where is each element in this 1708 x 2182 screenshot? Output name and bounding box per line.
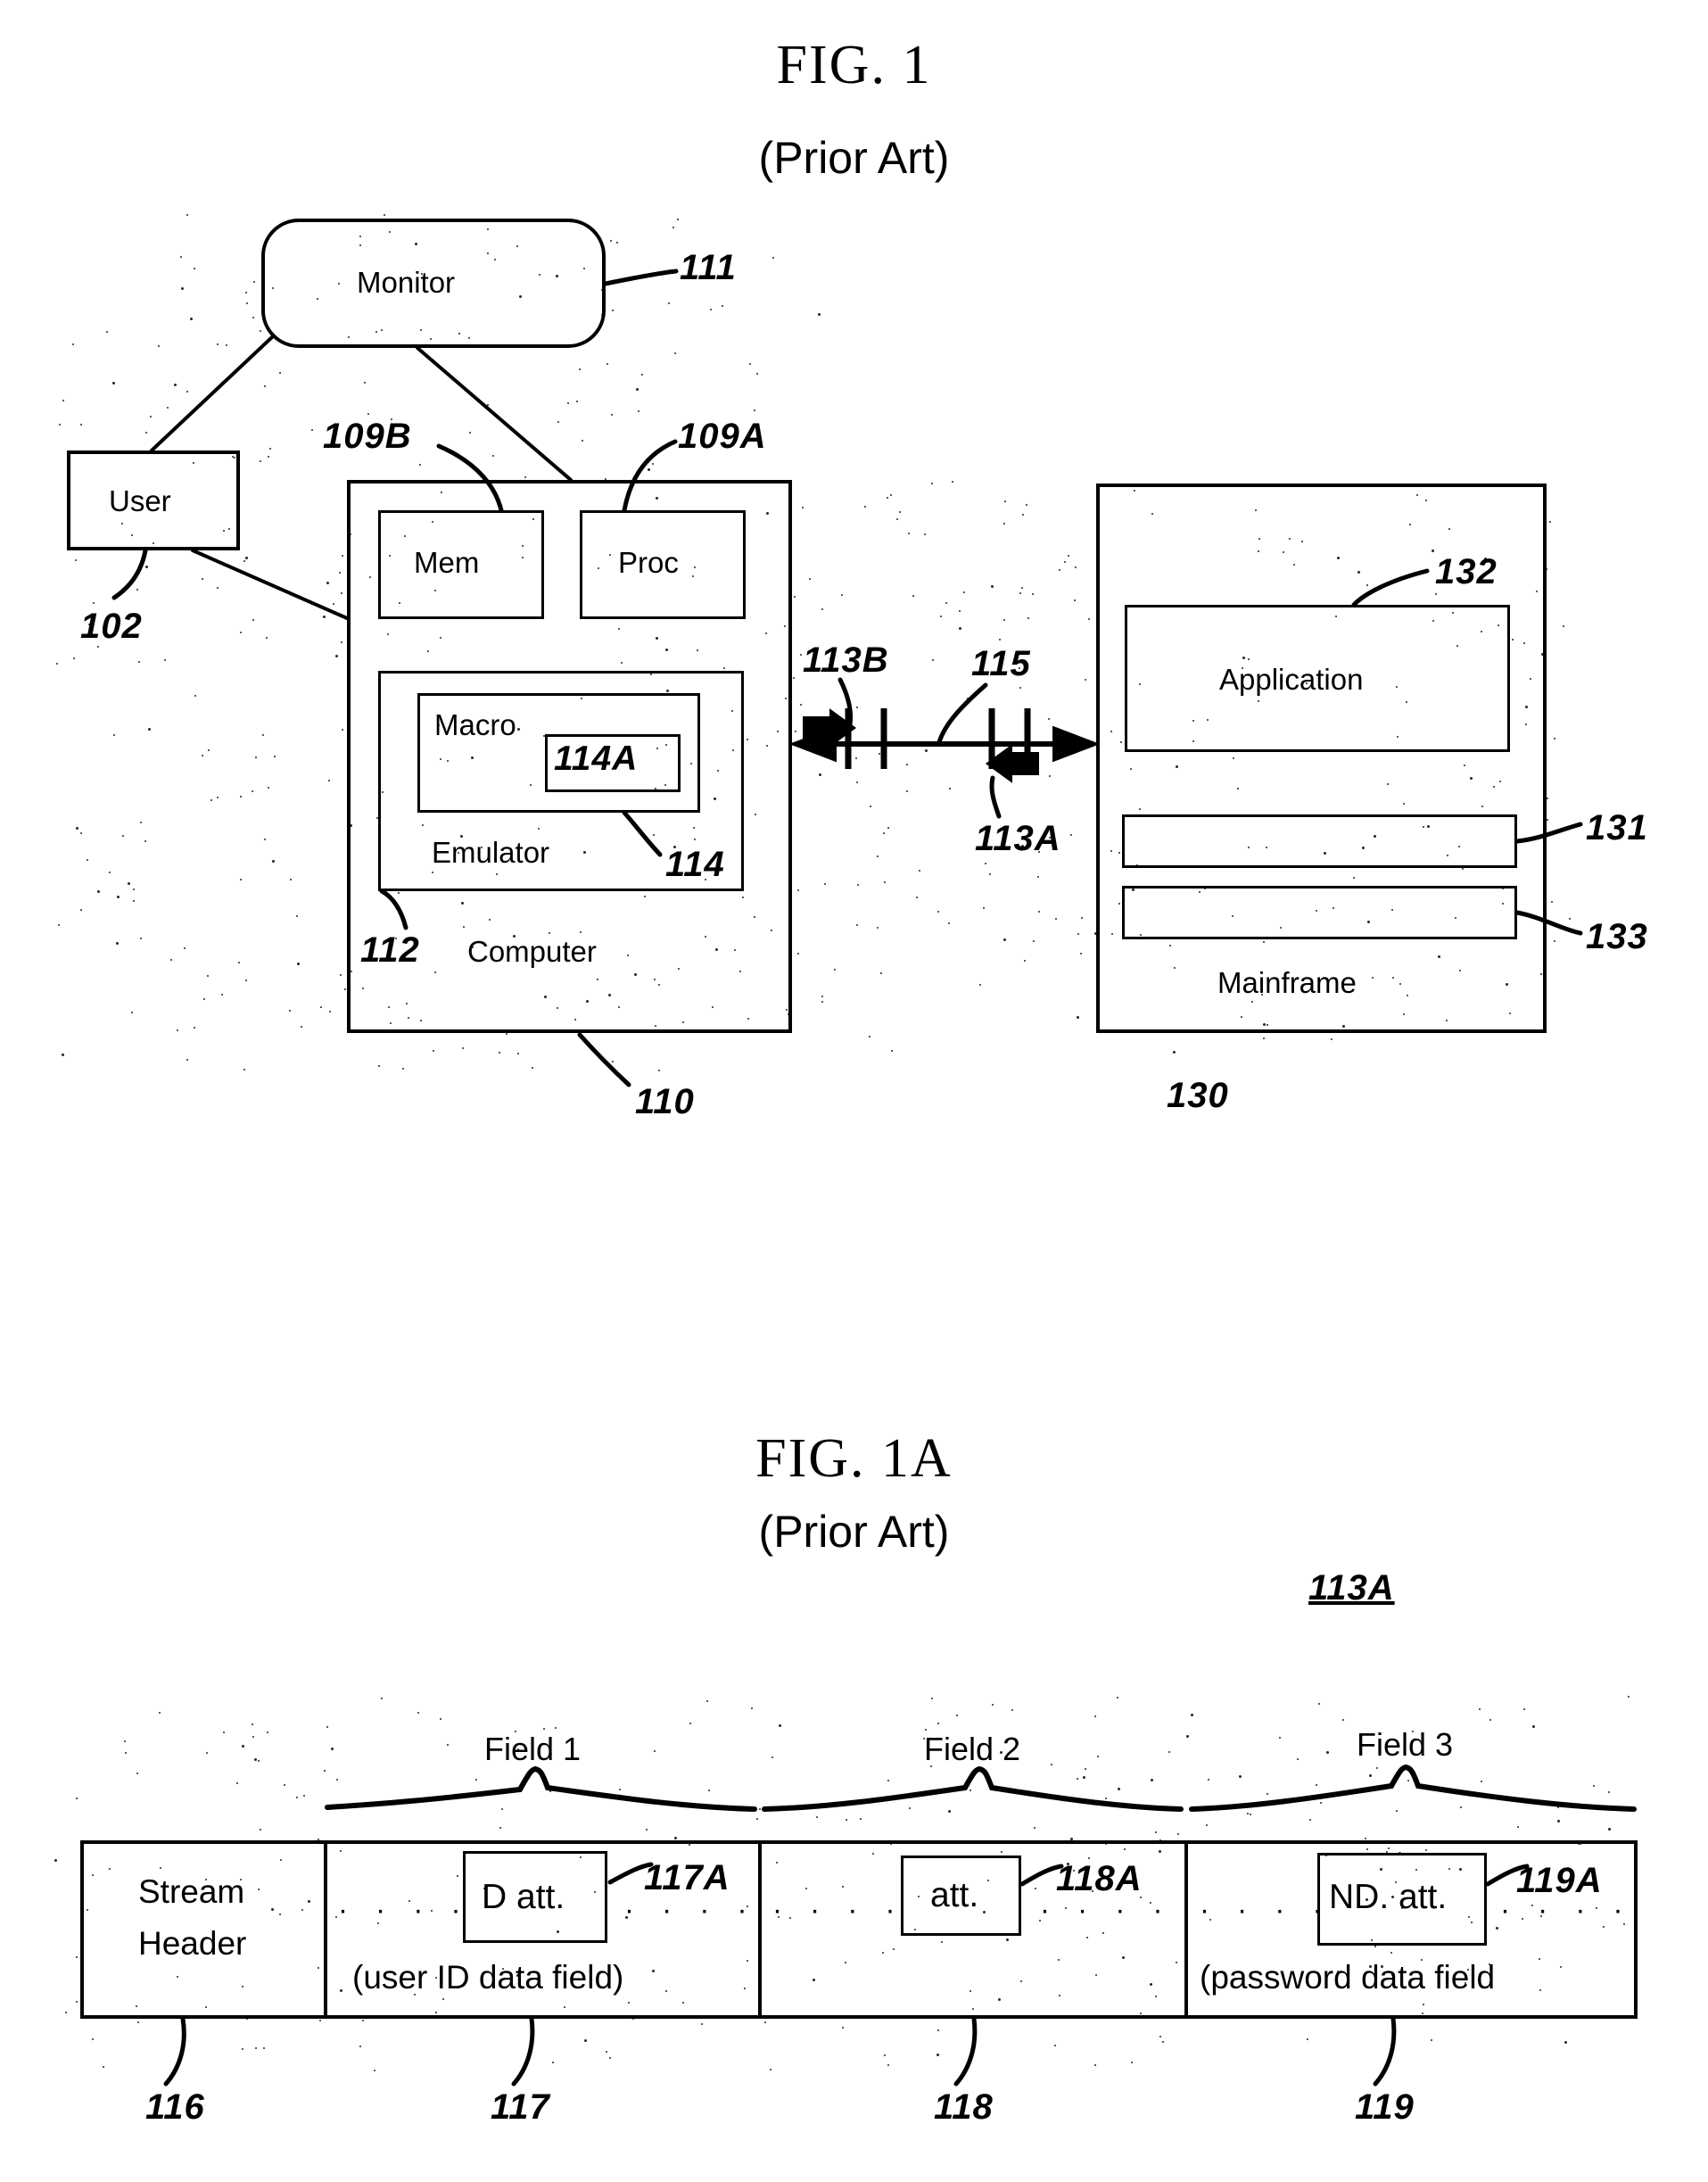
ref-110: 110 — [635, 1082, 695, 1121]
line-monitor-computer — [416, 346, 573, 482]
brace-label-field-1: Field 1 — [484, 1731, 582, 1767]
bus-arrow-right — [1052, 725, 1101, 763]
field-3-attr-label: ND. att. — [1329, 1878, 1448, 1916]
stream-header-line1: Stream — [138, 1873, 245, 1910]
cell-divider-2 — [758, 1840, 762, 2019]
monitor-label: Monitor — [357, 266, 456, 299]
field-1-attr-label: D att. — [482, 1878, 565, 1916]
field-3-dots-right: · · · · — [1500, 1893, 1633, 1926]
patent-figure-sheet: FIG. 1 (Prior Art) Monitor 111 User 102 … — [0, 0, 1708, 2182]
mem-label: Mem — [414, 546, 480, 579]
field-2-dots-right: · · · · — [1040, 1893, 1173, 1926]
line-user-computer — [191, 549, 349, 620]
leader-110 — [577, 1032, 631, 1087]
bus-arrow-left — [788, 725, 837, 763]
bar-131 — [1122, 814, 1517, 868]
user-label: User — [109, 484, 171, 517]
leader-119 — [1373, 2016, 1397, 2087]
ref-109A: 109A — [678, 417, 767, 456]
ref-132: 132 — [1435, 552, 1498, 591]
bar-133 — [1122, 886, 1517, 939]
ref-113A: 113A — [975, 819, 1061, 858]
emulator-label: Emulator — [432, 836, 550, 869]
arrowhead-113B — [803, 708, 857, 748]
proc-label: Proc — [618, 546, 679, 579]
stream-header-line2: Header — [138, 1925, 247, 1962]
ref-112: 112 — [360, 930, 420, 970]
field-1-dots-right: · · · · — [624, 1893, 757, 1926]
brace-field-2 — [762, 1765, 1184, 1812]
leader-102 — [111, 548, 148, 600]
field-2-attr-label: att. — [930, 1876, 979, 1914]
ref-116: 116 — [145, 2087, 205, 2127]
ref-130: 130 — [1167, 1076, 1229, 1115]
fig1-subtitle: (Prior Art) — [758, 133, 950, 183]
ref-114A: 114A — [554, 740, 639, 778]
fig1-title: FIG. 1 — [776, 35, 932, 95]
brace-field-3 — [1189, 1764, 1637, 1812]
ref-119: 119 — [1355, 2087, 1415, 2127]
leader-111 — [603, 269, 679, 286]
cell-divider-3 — [1184, 1840, 1188, 2019]
fig1a-subtitle: (Prior Art) — [758, 1507, 950, 1557]
ref-114: 114 — [665, 845, 725, 884]
brace-label-field-3: Field 3 — [1357, 1726, 1454, 1763]
mainframe-label: Mainframe — [1217, 966, 1357, 999]
computer-label: Computer — [467, 935, 597, 968]
field-1-dots-left: · · · · — [338, 1893, 471, 1926]
ref-117: 117 — [491, 2087, 550, 2127]
leader-116 — [163, 2016, 186, 2087]
field-3-caption: (password data field — [1200, 1959, 1496, 1996]
ref-118: 118 — [934, 2087, 994, 2127]
bus-link-113 — [788, 708, 1101, 783]
ref-131: 131 — [1586, 808, 1648, 847]
field-1-caption: (user ID data field) — [352, 1959, 624, 1996]
arrowhead-113A — [985, 744, 1039, 783]
application-label: Application — [1219, 663, 1364, 696]
leader-113B — [837, 677, 854, 727]
leader-118 — [953, 2016, 978, 2087]
leader-117 — [511, 2016, 535, 2087]
ref-133: 133 — [1586, 917, 1648, 956]
ref-113A-fig1a: 113A — [1308, 1568, 1395, 1608]
field-braces — [325, 1764, 1637, 1812]
ref-111: 111 — [680, 248, 737, 287]
ref-115: 115 — [971, 644, 1031, 683]
fig1a-title: FIG. 1A — [755, 1428, 953, 1489]
brace-label-field-2: Field 2 — [924, 1731, 1021, 1767]
brace-field-1 — [325, 1765, 757, 1812]
macro-label: Macro — [434, 708, 516, 741]
ref-102: 102 — [80, 607, 143, 646]
field-2-dots-left: · · · · — [772, 1893, 905, 1926]
leader-115 — [937, 682, 988, 745]
field-3-dots-left: · · · · — [1200, 1893, 1333, 1926]
leader-113A — [989, 775, 1002, 819]
ref-113B: 113B — [803, 641, 889, 680]
ref-109B: 109B — [323, 417, 412, 456]
cell-divider-1 — [324, 1840, 327, 2019]
line-monitor-user — [150, 335, 274, 452]
